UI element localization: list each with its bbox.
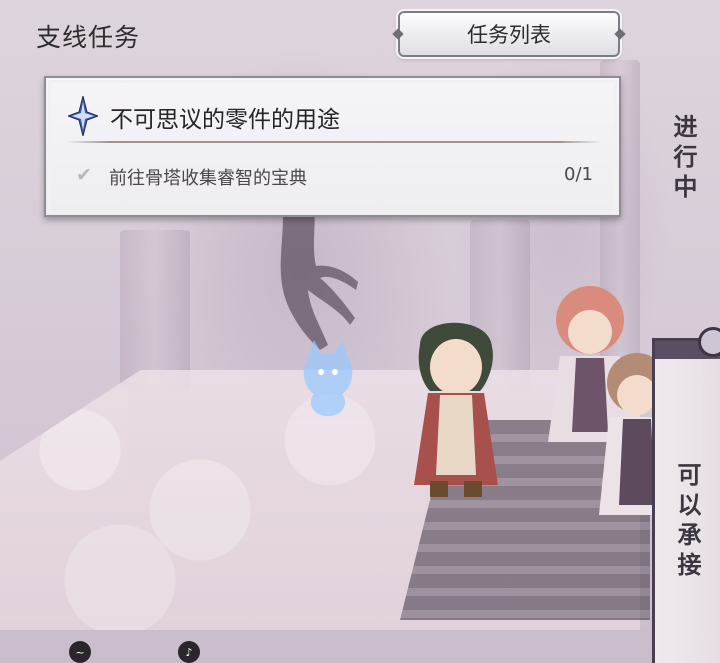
crystal-star-icon [68, 96, 98, 136]
status-available-label: 可以承接 [673, 462, 702, 582]
quest-card[interactable]: 不可思议的零件的用途 ✔ 前往骨塔收集睿智的宝典 0/1 [44, 76, 621, 217]
section-title: 支线任务 [36, 23, 141, 52]
quest-list-button[interactable]: 任务列表 [396, 9, 622, 59]
tilde-button-icon[interactable]: ~ [69, 641, 91, 663]
background-pillar [120, 230, 190, 390]
quest-list-button-label: 任务列表 [467, 23, 551, 47]
quest-title: 不可思议的零件的用途 [110, 107, 340, 133]
quest-divider [66, 141, 602, 143]
game-scene: 支线任务 任务列表 不可思议的零件的用途 ✔ 前往骨塔收集睿智的宝典 0/1 进… [0, 0, 720, 663]
hero-character [414, 322, 498, 497]
tab-knob [698, 327, 720, 357]
quest-progress: 0/1 [564, 164, 593, 185]
checkmark-icon: ✔ [76, 164, 92, 186]
water-spirit-creature [303, 340, 353, 416]
quest-objective: 前往骨塔收集睿智的宝典 [109, 168, 307, 189]
status-in-progress-label: 进行中 [669, 114, 698, 204]
music-note-button-icon[interactable]: ♪ [178, 641, 200, 663]
